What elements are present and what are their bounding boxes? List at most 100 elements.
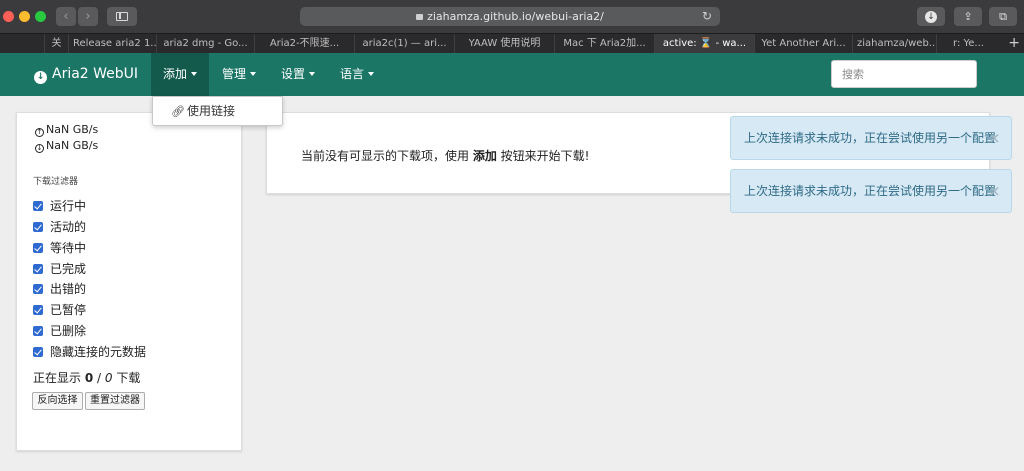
browser-tab[interactable]: Yet Another Ari...	[754, 34, 852, 54]
download-speed: ↓ NaN GB/s	[35, 139, 98, 153]
sidebar-panel: ↑ NaN GB/s ↓ NaN GB/s 下载过滤器 运行中 活动的 等待中 已完…	[16, 112, 242, 451]
filter-label: 运行中	[50, 199, 87, 213]
back-button[interactable]: ‹	[56, 7, 76, 26]
tab-overview-button[interactable]: ⧉	[989, 7, 1017, 26]
total-count: 0	[104, 371, 113, 385]
empty-prefix: 当前没有可显示的下载项，使用	[301, 149, 473, 163]
browser-tab[interactable]: r: Ye...	[936, 34, 1000, 54]
browser-tab[interactable]: Release aria2 1...	[68, 34, 156, 54]
brand[interactable]: ↓ Aria2 WebUI	[34, 53, 138, 96]
new-tab-icon[interactable]: +	[1008, 34, 1020, 53]
url-text: ziahamza.github.io/webui-aria2/	[427, 10, 604, 23]
browser-tab[interactable]: ziahamza/web...	[852, 34, 936, 54]
alert-text: 上次连接请求未成功，正在尝试使用另一个配置	[744, 184, 997, 198]
filter-label: 已暂停	[50, 303, 87, 317]
browser-tab[interactable]: Mac 下 Aria2加...	[554, 34, 654, 54]
sidebar-toggle-button[interactable]	[107, 7, 137, 26]
close-icon[interactable]: ×	[988, 170, 1001, 212]
filter-removed[interactable]: 已删除	[33, 323, 86, 339]
chevron-right-icon: ›	[85, 9, 91, 24]
upload-speed-value: NaN GB/s	[46, 123, 99, 136]
browser-tab[interactable]: aria2 dmg - Go...	[156, 34, 254, 54]
close-window-button[interactable]	[3, 11, 14, 22]
tabs-icon: ⧉	[999, 10, 1007, 23]
nav-settings-dropdown[interactable]: 设置	[269, 53, 327, 96]
nav-add-label: 添加	[163, 67, 188, 81]
filter-label: 已删除	[50, 324, 87, 338]
checkbox[interactable]	[33, 305, 43, 315]
forward-button[interactable]: ›	[78, 7, 98, 26]
filter-label: 活动的	[50, 220, 87, 234]
browser-tab[interactable]: 关	[44, 34, 68, 54]
showing-suffix: 下载	[112, 371, 141, 385]
browser-toolbar: ‹ › ziahamza.github.io/webui-aria2/ ↻ ↓ …	[0, 0, 1024, 33]
invert-selection-button[interactable]: 反向选择	[32, 392, 83, 410]
checkbox[interactable]	[33, 201, 43, 211]
filter-heading: 下载过滤器	[33, 177, 79, 187]
checkbox[interactable]	[33, 264, 43, 274]
nav-settings-label: 设置	[281, 67, 306, 81]
add-by-uri-menu-item[interactable]: 🔗︎ 使用链接	[171, 104, 235, 119]
connection-alert: 上次连接请求未成功，正在尝试使用另一个配置 ×	[730, 169, 1012, 213]
nav-language-label: 语言	[340, 67, 365, 81]
share-icon: ⇪	[963, 10, 973, 23]
address-bar[interactable]: ziahamza.github.io/webui-aria2/ ↻	[300, 7, 720, 26]
filter-waiting[interactable]: 等待中	[33, 240, 86, 256]
reload-icon[interactable]: ↻	[702, 7, 712, 26]
nav-add-dropdown[interactable]: 添加	[151, 53, 210, 96]
filter-complete[interactable]: 已完成	[33, 261, 86, 277]
search-input[interactable]	[831, 60, 977, 88]
reset-filters-button[interactable]: 重置过滤器	[85, 392, 145, 410]
connection-alert: 上次连接请求未成功，正在尝试使用另一个配置 ×	[730, 116, 1012, 160]
empty-suffix: 按钮来开始下载!	[496, 149, 590, 163]
checkbox[interactable]	[33, 243, 43, 253]
browser-tab[interactable]: aria2c(1) — ari...	[354, 34, 454, 54]
filter-label: 出错的	[50, 282, 87, 296]
filter-running[interactable]: 运行中	[33, 198, 86, 214]
minimize-window-button[interactable]	[19, 11, 30, 22]
filter-paused[interactable]: 已暂停	[33, 302, 86, 318]
shown-count: 0	[84, 371, 94, 385]
browser-tab[interactable]: YAAW 使用说明	[454, 34, 554, 54]
add-dropdown-menu: 🔗︎ 使用链接	[152, 96, 283, 126]
upload-speed: ↑ NaN GB/s	[35, 123, 98, 137]
filter-hide-linked-metadata[interactable]: 隐藏连接的元数据	[33, 344, 146, 360]
filter-label: 已完成	[50, 262, 87, 276]
browser-tab-active[interactable]: active: ⌛ - wa...	[654, 34, 754, 54]
caret-down-icon	[368, 72, 375, 76]
nav-manage-label: 管理	[222, 67, 247, 81]
showing-separator: /	[93, 371, 105, 385]
link-icon: 🔗︎	[171, 105, 185, 118]
filter-active[interactable]: 活动的	[33, 219, 86, 235]
alert-text: 上次连接请求未成功，正在尝试使用另一个配置	[744, 131, 997, 145]
tab-strip: 关 Release aria2 1... aria2 dmg - Go... A…	[0, 33, 1024, 54]
download-speed-value: NaN GB/s	[46, 139, 99, 152]
checkbox[interactable]	[33, 347, 43, 357]
share-button[interactable]: ⇪	[954, 7, 982, 26]
caret-down-icon	[191, 72, 198, 76]
checkbox[interactable]	[33, 326, 43, 336]
empty-message: 当前没有可显示的下载项，使用 添加 按钮来开始下载!	[301, 147, 589, 164]
menu-item-label: 使用链接	[187, 104, 236, 118]
filter-error[interactable]: 出错的	[33, 281, 86, 297]
close-icon[interactable]: ×	[988, 117, 1001, 159]
browser-tab[interactable]: Aria2-不限速...	[254, 34, 354, 54]
nav-manage-dropdown[interactable]: 管理	[210, 53, 268, 96]
checkbox[interactable]	[33, 222, 43, 232]
showing-count: 正在显示 0 / 0 下载	[33, 369, 140, 386]
caret-down-icon	[309, 72, 316, 76]
filter-label: 等待中	[50, 241, 87, 255]
caret-down-icon	[250, 72, 257, 76]
download-icon: ↓	[925, 11, 937, 23]
filter-label: 隐藏连接的元数据	[50, 345, 147, 359]
nav-language-dropdown[interactable]: 语言	[328, 53, 386, 96]
arrow-down-circle-icon: ↓	[35, 144, 44, 153]
chevron-left-icon: ‹	[63, 9, 69, 24]
downloads-button[interactable]: ↓	[917, 7, 945, 26]
download-circle-icon: ↓	[34, 71, 47, 84]
arrow-up-circle-icon: ↑	[35, 128, 44, 137]
showing-prefix: 正在显示	[33, 371, 85, 385]
lock-icon	[416, 14, 424, 20]
zoom-window-button[interactable]	[35, 11, 46, 22]
checkbox[interactable]	[33, 284, 43, 294]
